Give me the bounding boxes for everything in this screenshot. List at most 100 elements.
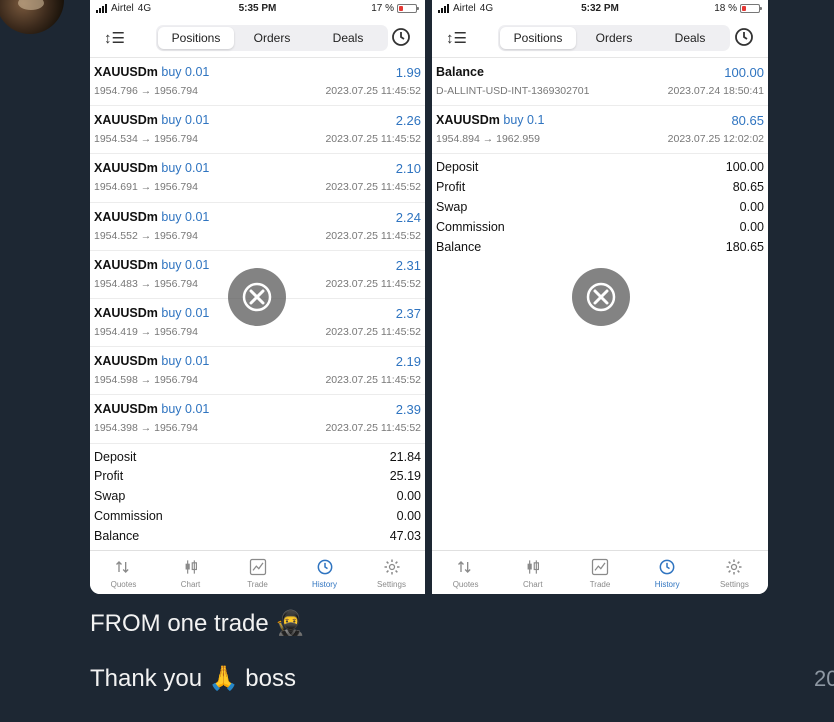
tab-label: Quotes [110,580,137,589]
row-timestamp: 2023.07.25 11:45:52 [325,133,421,146]
row-symbol: XAUUSDm buy 0.01 [94,306,209,320]
close-media-button[interactable] [572,268,630,326]
summary-label: Commission [436,219,505,234]
symbol-name: XAUUSDm [94,209,158,224]
tab-trade[interactable]: Trade [224,551,291,594]
period-clock-icon[interactable] [734,27,754,47]
row-symbol: XAUUSDm buy 0.01 [94,113,209,127]
tab-deals[interactable]: Deals [310,27,386,49]
tab-chart[interactable]: Chart [499,551,566,594]
tab-quotes[interactable]: Quotes [432,551,499,594]
summary-label: Profit [436,180,466,195]
trade-side: buy 0.01 [161,402,210,417]
trade-icon [249,558,266,576]
tab-label: History [654,580,680,589]
summary-row: Deposit 21.84 [94,448,421,468]
summary-row: Commission 0.00 [94,507,421,527]
battery-percent: 17 % [371,3,394,14]
row-symbol: XAUUSDm buy 0.01 [94,402,209,416]
row-symbol: XAUUSDm buy 0.01 [94,258,209,272]
table-row[interactable]: XAUUSDm buy 0.01 2.19 1954.598 → 1956.794 2… [90,347,425,396]
symbol-name: XAUUSDm [436,113,500,128]
settings-icon [726,559,742,575]
trade-side: buy 0.01 [161,209,210,224]
account-summary: Deposit 21.84 Profit 25.19 Swap 0.00 Commissio… [90,444,425,551]
row-timestamp: 2023.07.25 11:45:52 [325,374,421,387]
tab-label: Chart [523,580,543,589]
history-toolbar: ↕☰ Positions Orders Deals [90,18,425,58]
summary-value: 25.19 [389,469,421,484]
chat-view: Airtel 4G 5:35 PM 17 % ↕☰ Positions Orde… [0,0,834,722]
summary-row: Profit 80.65 [436,178,764,198]
summary-label: Swap [94,489,126,504]
summary-value: 100.00 [725,160,764,175]
status-bar: Airtel 4G 5:35 PM 17 % [90,0,425,18]
tab-orders[interactable]: Orders [576,27,652,49]
period-clock-icon[interactable] [391,27,411,47]
trade-side: buy 0.01 [161,354,210,369]
chart-icon [185,560,197,574]
row-prices: 1954.691 → 1956.794 [94,181,198,194]
tab-positions[interactable]: Positions [158,27,234,49]
sender-avatar[interactable] [0,0,64,34]
close-media-button[interactable] [228,268,286,326]
message-text: FROM one trade 🥷 [90,610,306,637]
row-prices: 1954.598 → 1956.794 [94,374,198,387]
row-prices: 1954.483 → 1956.794 [94,277,198,290]
table-row[interactable]: XAUUSDm buy 0.01 2.24 1954.552 → 1956.794 2… [90,203,425,251]
message-timestamp: 20 [814,666,834,691]
row-prices: 1954.398 → 1956.794 [94,422,198,435]
tab-label: Settings [719,580,749,589]
row-profit: 2.31 [395,257,421,273]
row-symbol: XAUUSDm buy 0.01 [94,210,209,224]
tab-label: Settings [377,580,406,589]
summary-value: 0.00 [739,199,764,214]
summary-row: Balance 180.65 [436,238,764,258]
tab-history[interactable]: History [291,551,358,594]
table-row[interactable]: XAUUSDm buy 0.01 1.99 1954.796 → 1956.794 2… [90,58,425,107]
tab-settings[interactable]: Settings [701,551,768,594]
tab-label: History [312,580,337,589]
table-row[interactable]: XAUUSDm buy 0.01 2.39 1954.398 → 1956.794 2… [90,395,425,444]
tab-positions[interactable]: Positions [500,27,576,49]
tab-chart[interactable]: Chart [157,551,224,594]
quotes-icon [457,561,471,573]
row-timestamp: 2023.07.25 11:45:52 [325,85,421,97]
history-segmented-control: Positions Orders Deals [156,25,388,51]
summary-label: Swap [436,199,468,214]
battery-icon [740,4,762,13]
tab-quotes[interactable]: Quotes [90,551,157,594]
symbol-name: XAUUSDm [94,257,158,272]
tab-orders[interactable]: Orders [234,27,310,49]
chart-icon [527,560,539,574]
row-profit: 2.26 [395,113,421,129]
symbol-name: XAUUSDm [94,161,158,176]
table-row[interactable]: XAUUSDm buy 0.01 2.26 1954.534 → 1956.794 2… [90,106,425,155]
row-prices: 1954.419 → 1956.794 [94,325,198,338]
trade-icon [591,558,609,576]
summary-row: Profit 25.19 [94,467,421,487]
trade-side: buy 0.1 [503,113,545,128]
trade-side: buy 0.01 [161,305,210,320]
trade-side: buy 0.01 [161,113,210,128]
tab-history[interactable]: History [634,551,701,594]
tab-settings[interactable]: Settings [358,551,425,594]
row-prices: D-ALLINT-USD-INT-1369302701 [436,85,590,97]
tab-trade[interactable]: Trade [566,551,633,594]
row-prices: 1954.796 → 1956.794 [94,85,198,97]
sort-icon[interactable]: ↕☰ [446,29,467,47]
summary-row: Swap 0.00 [94,487,421,507]
summary-row: Balance 47.03 [94,527,421,547]
table-row[interactable]: XAUUSDm buy 0.1 80.65 1954.894 → 1962.959 2… [432,106,768,155]
summary-value: 0.00 [739,219,764,234]
symbol-name: XAUUSDm [94,305,158,320]
account-summary: Deposit 100.00 Profit 80.65 Swap 0.00 Commissi… [432,154,768,261]
summary-value: 0.00 [396,489,421,504]
sort-icon[interactable]: ↕☰ [104,29,125,47]
row-prices: 1954.552 → 1956.794 [94,229,198,242]
table-row[interactable]: XAUUSDm buy 0.01 2.10 1954.691 → 1956.794 2… [90,154,425,203]
row-profit: 2.39 [395,402,421,418]
summary-label: Deposit [436,160,479,175]
table-row[interactable]: Balance 100.00 D-ALLINT-USD-INT-1369302701… [432,58,768,107]
tab-deals[interactable]: Deals [652,27,728,49]
